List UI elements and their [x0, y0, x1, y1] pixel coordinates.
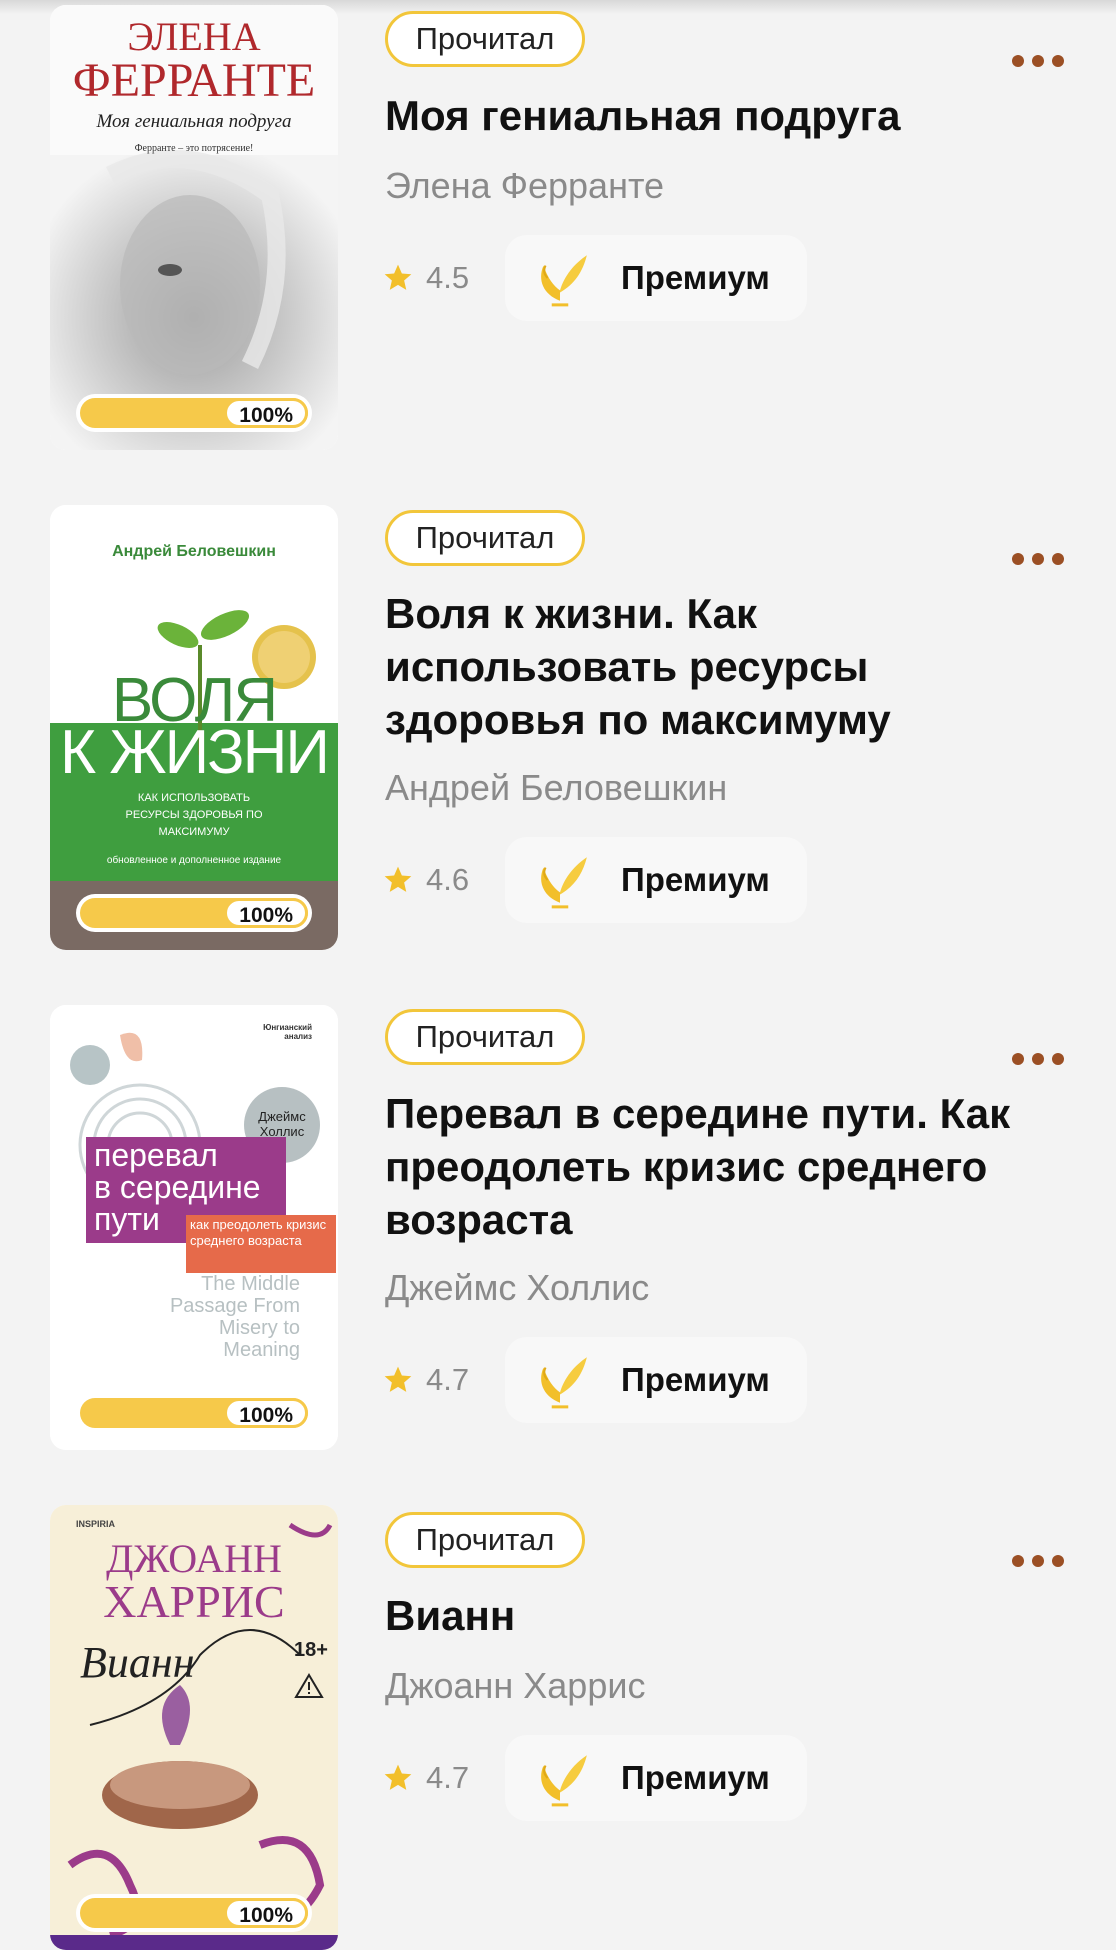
book-item[interactable]: Андрей Беловешкин ВОЛЯ К ЖИЗНИ КАК ИСПОЛ… — [0, 505, 1116, 950]
dot-icon — [1032, 55, 1044, 67]
dot-icon — [1032, 1555, 1044, 1567]
cover-subtitle: Моя гениальная подруга — [96, 111, 292, 132]
progress-bar: 100% — [80, 398, 308, 428]
rating: 4.5 — [382, 258, 469, 298]
cover-author: Андрей Беловешкин — [112, 543, 276, 560]
cover-quote: Ферранте – это потрясение! — [134, 143, 254, 154]
rating-value: 4.6 — [426, 862, 470, 897]
rating-value: 4.7 — [426, 1760, 470, 1795]
premium-label: Премиум — [621, 259, 770, 296]
cover-title-line3: пути — [94, 1201, 160, 1237]
rating: 4.7 — [382, 1758, 469, 1798]
cover-series: Юнгианский анализ — [263, 1023, 312, 1041]
dot-icon — [1012, 1053, 1024, 1065]
book-cover[interactable]: ЭЛЕНА ФЕРРАНТЕ Моя гениальная подруга Фе… — [50, 5, 338, 450]
book-title[interactable]: Воля к жизни. Как использовать ресурсы з… — [385, 587, 1025, 746]
premium-badge[interactable]: Премиум — [505, 235, 807, 321]
cover-publisher: INSPIRIA — [76, 1519, 116, 1529]
book-author[interactable]: Андрей Беловешкин — [385, 767, 1025, 809]
dot-icon — [1052, 1053, 1064, 1065]
dot-icon — [1052, 55, 1064, 67]
status-badge[interactable]: Прочитал — [385, 510, 585, 566]
status-badge[interactable]: Прочитал — [385, 1009, 585, 1065]
more-options-button[interactable] — [1012, 1553, 1064, 1569]
premium-label: Премиум — [621, 861, 770, 898]
cover-edition: обновленное и дополненное издание — [106, 855, 282, 866]
book-cover[interactable]: Юнгианский анализ Джеймс Холлис перевал … — [50, 1005, 338, 1450]
premium-badge[interactable]: Премиум — [505, 1337, 807, 1423]
rating-value: 4.5 — [426, 260, 470, 295]
book-item[interactable]: Юнгианский анализ Джеймс Холлис перевал … — [0, 1005, 1116, 1450]
rating-value: 4.7 — [426, 1362, 470, 1397]
progress-label: 100% — [224, 898, 308, 928]
progress-label: 100% — [224, 398, 308, 428]
dot-icon — [1012, 553, 1024, 565]
status-badge[interactable]: Прочитал — [385, 1512, 585, 1568]
cover-script-title: Вианн — [80, 1638, 195, 1687]
dot-icon — [1052, 553, 1064, 565]
dot-icon — [1012, 1555, 1024, 1567]
more-options-button[interactable] — [1012, 1051, 1064, 1067]
book-item[interactable]: INSPIRIA ДЖОАНН ХАРРИС Вианн 18+ 100% Пр… — [0, 1505, 1116, 1950]
rating: 4.7 — [382, 1360, 469, 1400]
book-title[interactable]: Моя гениальная подруга — [385, 89, 1025, 142]
premium-badge[interactable]: Премиум — [505, 1735, 807, 1821]
cover-english: The Middle Passage From Misery to Meanin… — [169, 1273, 300, 1361]
progress-label: 100% — [224, 1898, 308, 1928]
dot-icon — [1032, 1053, 1044, 1065]
book-cover[interactable]: Андрей Беловешкин ВОЛЯ К ЖИЗНИ КАК ИСПОЛ… — [50, 505, 338, 950]
dot-icon — [1012, 55, 1024, 67]
star-icon — [384, 1366, 412, 1392]
cover-subtitle: КАК ИСПОЛЬЗОВАТЬ РЕСУРСЫ ЗДОРОВЬЯ ПО МАК… — [125, 792, 263, 838]
cover-title-line2: ХАРРИС — [103, 1576, 285, 1627]
more-options-button[interactable] — [1012, 53, 1064, 69]
cover-title-line2: ФЕРРАНТЕ — [72, 54, 316, 107]
progress-bar: 100% — [80, 1898, 308, 1928]
cover-author: Джеймс Холлис — [258, 1109, 306, 1139]
rating: 4.6 — [382, 860, 469, 900]
cover-subtitle: как преодолеть кризис среднего возраста — [190, 1217, 327, 1248]
book-title[interactable]: Перевал в середине пути. Как преодолеть … — [385, 1087, 1025, 1246]
laurel-wing-icon — [541, 1357, 587, 1409]
more-options-button[interactable] — [1012, 551, 1064, 567]
star-icon — [384, 1764, 412, 1790]
dot-icon — [1052, 1555, 1064, 1567]
premium-label: Премиум — [621, 1361, 770, 1398]
laurel-wing-icon — [541, 255, 587, 307]
cover-age-rating: 18+ — [294, 1639, 328, 1661]
progress-bar: 100% — [80, 1398, 308, 1428]
progress-bar: 100% — [80, 898, 308, 928]
book-item[interactable]: ЭЛЕНА ФЕРРАНТЕ Моя гениальная подруга Фе… — [0, 5, 1116, 450]
progress-label: 100% — [224, 1398, 308, 1428]
book-author[interactable]: Элена Ферранте — [385, 165, 1025, 207]
book-title[interactable]: Вианн — [385, 1589, 1025, 1642]
laurel-wing-icon — [541, 1755, 587, 1807]
laurel-wing-icon — [541, 857, 587, 909]
premium-badge[interactable]: Премиум — [505, 837, 807, 923]
star-icon — [384, 264, 412, 290]
dot-icon — [1032, 553, 1044, 565]
book-author[interactable]: Джоанн Харрис — [385, 1665, 1025, 1707]
book-cover[interactable]: INSPIRIA ДЖОАНН ХАРРИС Вианн 18+ 100% — [50, 1505, 338, 1950]
warning-icon — [294, 1673, 324, 1698]
book-author[interactable]: Джеймс Холлис — [385, 1267, 1025, 1309]
status-badge[interactable]: Прочитал — [385, 11, 585, 67]
cover-title-line2: К ЖИЗНИ — [60, 718, 330, 787]
premium-label: Премиум — [621, 1759, 770, 1796]
star-icon — [384, 866, 412, 892]
